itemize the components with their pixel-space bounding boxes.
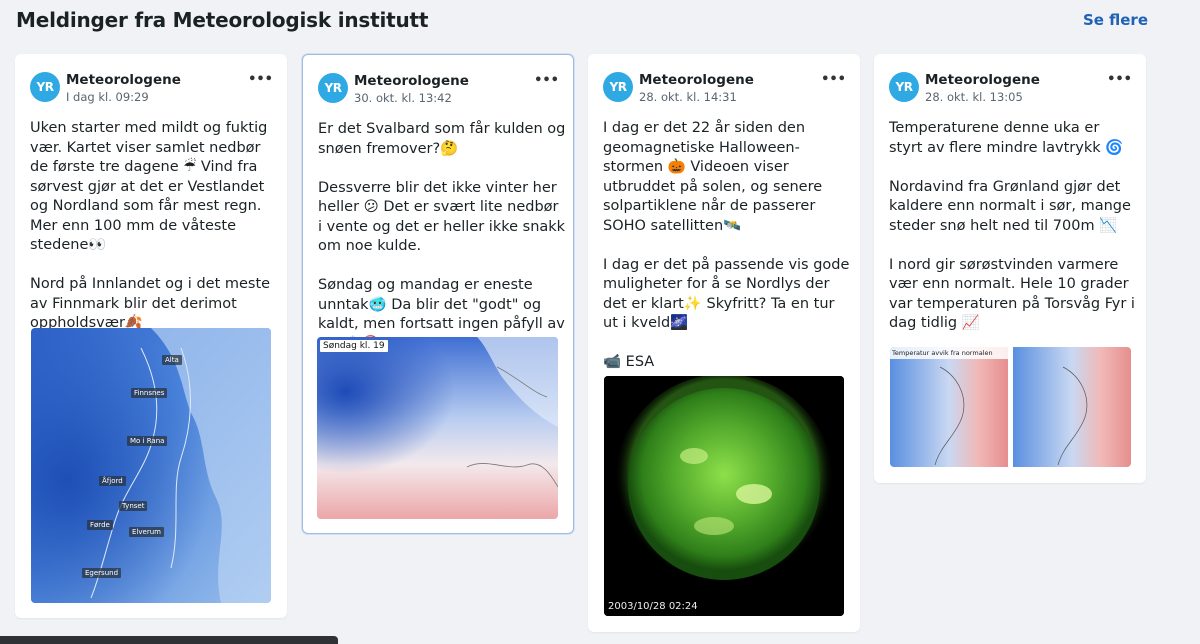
post-text: Temperaturene denne uka er styrt av fler… [889, 119, 1137, 334]
card-header: YR Meteorologene 28. okt. kl. 13:05 ••• [889, 72, 1134, 106]
more-options-icon[interactable]: ••• [821, 72, 846, 87]
yr-logo-icon: YR [318, 73, 348, 103]
map-caption: Søndag kl. 19 [320, 340, 388, 352]
post-paragraph: I dag er det på passende vis gode muligh… [603, 256, 850, 332]
author-name: Meteorologene [925, 72, 1040, 88]
author-name: Meteorologene [354, 73, 469, 89]
post-time: 28. okt. kl. 13:05 [925, 90, 1023, 104]
svalbard-map-graphic [317, 337, 558, 519]
post-paragraph: Dessverre blir det ikke vinter her helle… [318, 179, 566, 255]
post-text: I dag er det 22 år siden den geomagnetis… [603, 119, 851, 373]
svalbard-forecast-map[interactable]: Søndag kl. 19 [317, 337, 558, 519]
map-label: Tynset [119, 501, 148, 511]
sun-image-graphic [604, 376, 844, 616]
precipitation-map-graphic [31, 328, 271, 603]
precipitation-map[interactable]: Alta Finnsnes Mo i Rana Åfjord Tynset Fø… [31, 328, 271, 603]
card-header: YR Meteorologene 30. okt. kl. 13:42 ••• [318, 73, 561, 107]
author-name: Meteorologene [639, 72, 754, 88]
post-paragraph: 📹 ESA [603, 354, 655, 370]
section-header: Meldinger fra Meteorologisk institutt Se… [16, 8, 1166, 36]
post-time: 28. okt. kl. 14:31 [639, 90, 737, 104]
map-label: Mo i Rana [127, 436, 168, 446]
see-more-link[interactable]: Se flere [1083, 11, 1148, 29]
map-label: Åfjord [99, 476, 126, 486]
map-label: Finnsnes [131, 388, 168, 398]
yr-logo-icon: YR [603, 72, 633, 102]
map-label: Alta [162, 355, 182, 365]
map-label: Egersund [82, 568, 122, 578]
sun-video[interactable]: 2003/10/28 02:24 [604, 376, 844, 616]
card-header: YR Meteorologene I dag kl. 09:29 ••• [30, 72, 275, 106]
message-card[interactable]: YR Meteorologene 28. okt. kl. 13:05 ••• … [874, 54, 1146, 483]
message-card[interactable]: YR Meteorologene 30. okt. kl. 13:42 ••• … [302, 54, 574, 534]
map-label: Elverum [129, 527, 164, 537]
video-timestamp: 2003/10/28 02:24 [608, 601, 698, 612]
post-paragraph: I dag er det 22 år siden den geomagnetis… [603, 120, 823, 234]
post-time: 30. okt. kl. 13:42 [354, 91, 452, 105]
post-paragraph: Temperaturene denne uka er styrt av fler… [889, 120, 1124, 156]
post-paragraph: Uken starter med mildt og fuktig vær. Ka… [30, 120, 268, 253]
post-paragraph: Er det Svalbard som får kulden og snøen … [318, 121, 566, 157]
more-options-icon[interactable]: ••• [1107, 72, 1132, 87]
map-caption: Temperatur avvik fra normalen [892, 349, 993, 357]
author-name: Meteorologene [66, 72, 181, 88]
status-tooltip-bar [0, 636, 338, 644]
post-paragraph: Nordavind fra Grønland gjør det kaldere … [889, 178, 1131, 234]
more-options-icon[interactable]: ••• [248, 72, 273, 87]
map-label: Førde [87, 520, 113, 530]
post-text: Er det Svalbard som får kulden og snøen … [318, 120, 566, 354]
section-title: Meldinger fra Meteorologisk institutt [16, 8, 429, 32]
post-text: Uken starter med mildt og fuktig vær. Ka… [30, 119, 278, 334]
yr-logo-icon: YR [30, 72, 60, 102]
post-time: I dag kl. 09:29 [66, 90, 149, 104]
card-header: YR Meteorologene 28. okt. kl. 14:31 ••• [603, 72, 848, 106]
message-card[interactable]: YR Meteorologene I dag kl. 09:29 ••• Uke… [15, 54, 287, 618]
post-paragraph: I nord gir sørøstvinden varmere vær enn … [889, 256, 1135, 332]
temperature-maps-graphic [890, 347, 1131, 467]
post-paragraph: Nord på Innlandet og i det meste av Finn… [30, 276, 271, 331]
temperature-anomaly-maps[interactable]: Temperatur avvik fra normalen [890, 347, 1131, 467]
yr-logo-icon: YR [889, 72, 919, 102]
more-options-icon[interactable]: ••• [534, 73, 559, 88]
message-card[interactable]: YR Meteorologene 28. okt. kl. 14:31 ••• … [588, 54, 860, 632]
